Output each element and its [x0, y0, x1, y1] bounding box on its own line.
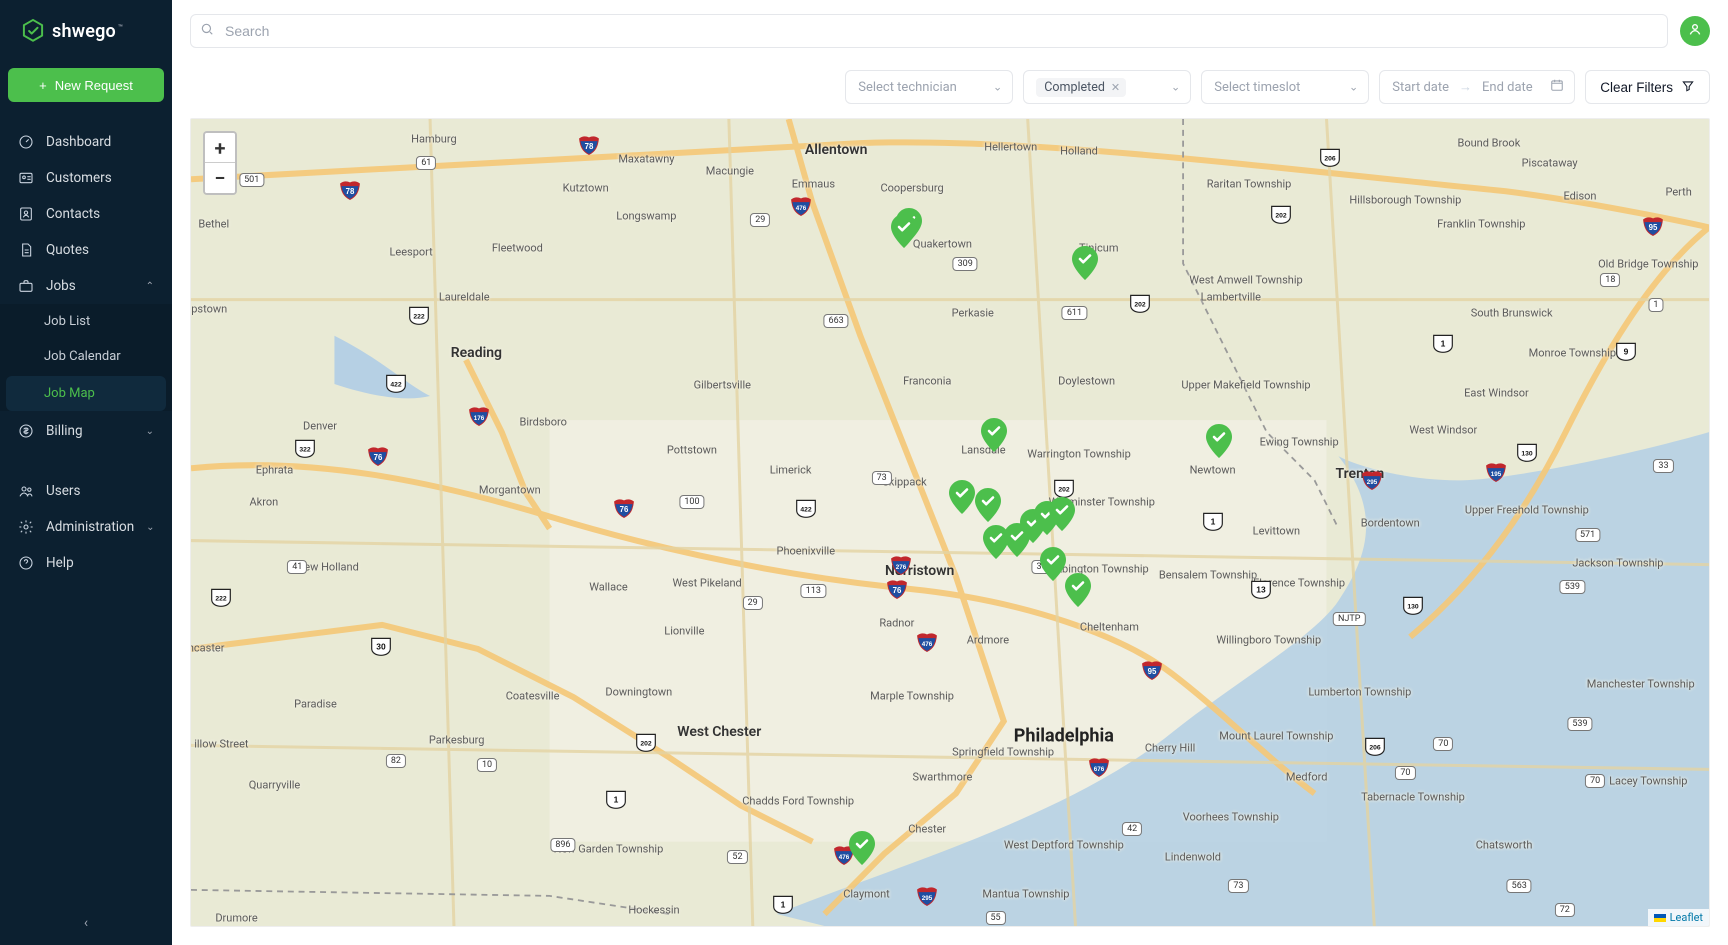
chevron-down-icon: ⌄ [146, 426, 154, 437]
new-request-button[interactable]: + New Request [8, 68, 164, 102]
search-icon [200, 22, 214, 40]
sidebar-item-customers[interactable]: Customers [0, 160, 172, 196]
search-input[interactable] [190, 14, 1668, 48]
topbar [172, 0, 1728, 58]
sidebar-item-label: Dashboard [46, 134, 111, 150]
sidebar-item-label: Job Calendar [44, 349, 121, 364]
file-icon [18, 242, 34, 258]
job-marker[interactable] [1206, 424, 1232, 458]
date-range-picker[interactable]: Start date → End date [1379, 70, 1575, 104]
job-marker[interactable] [891, 214, 917, 248]
sidebar-item-users[interactable]: Users [0, 473, 172, 509]
job-marker[interactable] [1072, 246, 1098, 280]
timeslot-select[interactable]: Select timeslot ⌄ [1201, 70, 1369, 104]
select-placeholder: Select technician [858, 80, 957, 95]
brand-mark-icon [20, 18, 46, 44]
new-request-label: New Request [55, 78, 133, 93]
sidebar-item-help[interactable]: Help [0, 545, 172, 581]
status-tag-label: Completed [1044, 80, 1105, 95]
remove-tag-button[interactable]: ✕ [1111, 81, 1120, 94]
status-select[interactable]: Completed ✕ ⌄ [1023, 70, 1191, 104]
contact-icon [18, 206, 34, 222]
zoom-in-button[interactable]: + [205, 133, 235, 163]
chevron-down-icon: ⌄ [146, 522, 154, 533]
sidebar-item-jobs[interactable]: Jobs ⌃ [0, 268, 172, 304]
user-icon [1687, 21, 1703, 41]
chevron-down-icon: ⌄ [1171, 81, 1180, 94]
sidebar-item-label: Billing [46, 423, 83, 439]
attribution-link[interactable]: Leaflet [1670, 911, 1703, 924]
job-marker[interactable] [975, 488, 1001, 522]
id-card-icon [18, 170, 34, 186]
map-attribution: Leaflet [1648, 909, 1709, 926]
filter-icon [1681, 79, 1695, 96]
gear-icon [18, 519, 34, 535]
flag-icon [1654, 914, 1666, 922]
sidebar-item-administration[interactable]: Administration ⌄ [0, 509, 172, 545]
job-marker[interactable] [949, 480, 975, 514]
sidebar-item-label: Help [46, 555, 74, 571]
gauge-icon [18, 134, 34, 150]
sidebar-item-label: Job Map [44, 386, 95, 401]
search-wrap [190, 14, 1668, 48]
chevron-down-icon: ⌄ [1349, 81, 1358, 94]
job-marker[interactable] [849, 831, 875, 865]
job-marker[interactable] [1040, 547, 1066, 581]
users-icon [18, 483, 34, 499]
map-container[interactable]: + − PhiladelphiaTrentonReadingNorristown… [190, 118, 1710, 927]
chevron-left-icon: ‹ [84, 915, 88, 931]
arrow-right-icon: → [1459, 79, 1472, 95]
main-content: Select technician ⌄ Completed ✕ ⌄ Select… [172, 0, 1728, 945]
sidebar-item-label: Quotes [46, 242, 89, 258]
calendar-icon [1550, 78, 1564, 96]
sidebar-item-label: Jobs [46, 278, 76, 294]
map-canvas[interactable] [191, 119, 1709, 926]
zoom-controls: + − [203, 131, 237, 195]
technician-select[interactable]: Select technician ⌄ [845, 70, 1013, 104]
dollar-icon [18, 423, 34, 439]
status-tag: Completed ✕ [1036, 78, 1126, 97]
sidebar-item-quotes[interactable]: Quotes [0, 232, 172, 268]
job-marker[interactable] [1049, 497, 1075, 531]
sidebar-item-job-list[interactable]: Job List [0, 304, 172, 339]
sidebar-nav: Dashboard Customers Contacts Quotes Jobs… [0, 120, 172, 901]
sidebar-item-label: Customers [46, 170, 112, 186]
plus-icon: + [39, 78, 47, 93]
chevron-up-icon: ⌃ [146, 281, 154, 292]
sidebar-item-label: Administration [46, 519, 134, 535]
sidebar-item-label: Users [46, 483, 80, 499]
select-placeholder: Select timeslot [1214, 80, 1300, 95]
job-marker[interactable] [981, 418, 1007, 452]
chevron-down-icon: ⌄ [993, 81, 1002, 94]
zoom-out-button[interactable]: − [205, 163, 235, 193]
sidebar-collapse-button[interactable]: ‹ [0, 901, 172, 945]
sidebar: shwego™ + New Request Dashboard Customer… [0, 0, 172, 945]
briefcase-icon [18, 278, 34, 294]
sidebar-item-label: Job List [44, 314, 90, 329]
job-marker[interactable] [1065, 573, 1091, 607]
clear-filters-label: Clear Filters [1600, 80, 1673, 95]
help-icon [18, 555, 34, 571]
brand-logo: shwego™ [0, 0, 172, 62]
sidebar-item-contacts[interactable]: Contacts [0, 196, 172, 232]
sidebar-item-job-map[interactable]: Job Map [6, 376, 166, 411]
sidebar-item-dashboard[interactable]: Dashboard [0, 124, 172, 160]
sidebar-item-job-calendar[interactable]: Job Calendar [0, 339, 172, 374]
sidebar-subnav-jobs: Job List Job Calendar Job Map [0, 304, 172, 411]
sidebar-item-label: Contacts [46, 206, 100, 222]
brand-name: shwego™ [52, 21, 123, 42]
start-date-placeholder: Start date [1392, 80, 1449, 95]
filters-bar: Select technician ⌄ Completed ✕ ⌄ Select… [172, 58, 1728, 118]
clear-filters-button[interactable]: Clear Filters [1585, 70, 1710, 104]
sidebar-item-billing[interactable]: Billing ⌄ [0, 413, 172, 449]
end-date-placeholder: End date [1482, 80, 1533, 95]
profile-button[interactable] [1680, 16, 1710, 46]
